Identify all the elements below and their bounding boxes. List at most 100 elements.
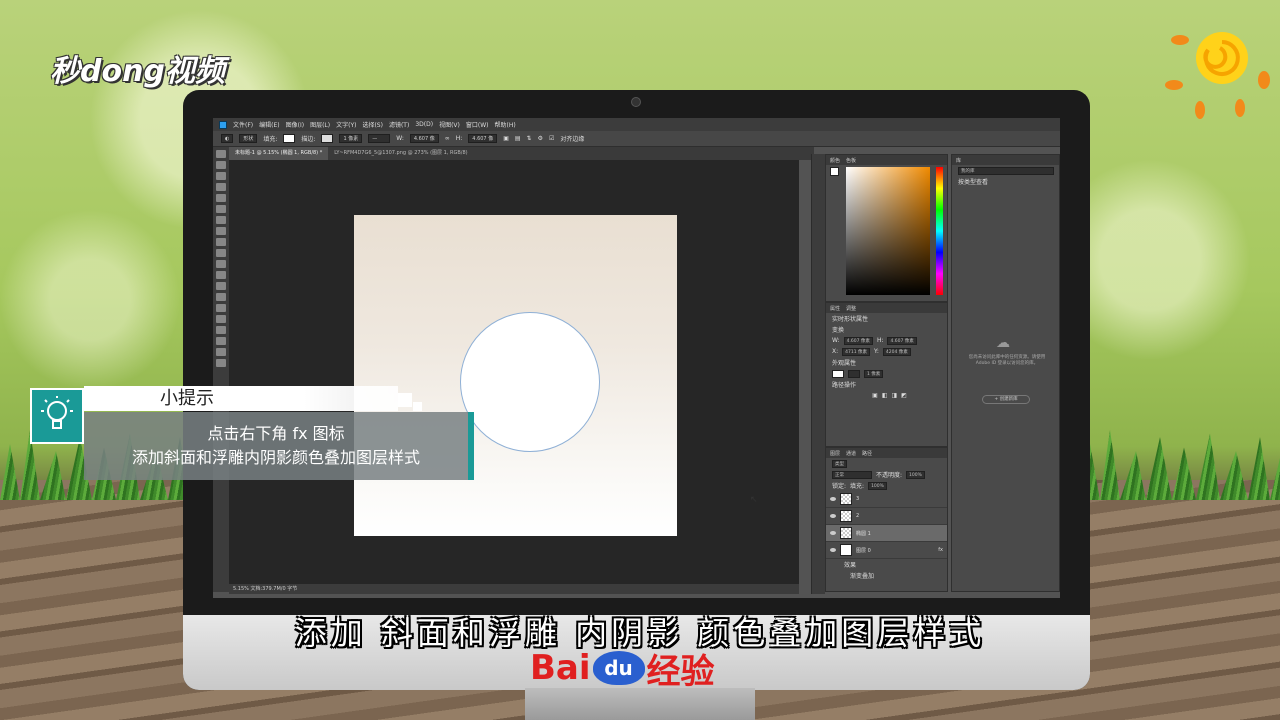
menu-type[interactable]: 文字(Y)	[336, 120, 356, 129]
lasso-tool-icon[interactable]	[216, 172, 226, 180]
shape-tool-icon[interactable]	[216, 337, 226, 345]
eraser-tool-icon[interactable]	[216, 260, 226, 268]
layers-panel: 图层 通道 路径 类型 正常 不透明度: 100% 锁定: 填充: 100% 3…	[825, 447, 948, 592]
canvas-area[interactable]: ↖	[229, 160, 799, 584]
marquee-tool-icon[interactable]	[216, 161, 226, 169]
video-subtitle: 添加 斜面和浮雕 内阴影 颜色叠加图层样式	[294, 614, 986, 652]
opacity-field[interactable]: 100%	[906, 470, 925, 479]
quick-select-tool-icon[interactable]	[216, 183, 226, 191]
layer-row[interactable]: 2	[826, 508, 947, 525]
x-label: X:	[832, 348, 839, 355]
move-tool-icon[interactable]	[216, 150, 226, 158]
align-edges-checkbox[interactable]: ☑	[549, 135, 554, 142]
blur-tool-icon[interactable]	[216, 282, 226, 290]
tip-decoration	[398, 393, 412, 407]
height-field[interactable]: 4.607 像	[468, 134, 498, 143]
stamp-tool-icon[interactable]	[216, 238, 226, 246]
gradient-tool-icon[interactable]	[216, 271, 226, 279]
tab-paths[interactable]: 路径	[862, 450, 872, 457]
combine-shapes-icon[interactable]: ▣	[872, 392, 878, 399]
tab-layers[interactable]: 图层	[830, 450, 840, 457]
menu-select[interactable]: 选择(S)	[362, 120, 383, 129]
menu-edit[interactable]: 编辑(E)	[259, 120, 279, 129]
stroke-type-select[interactable]: —	[368, 134, 391, 143]
menu-view[interactable]: 视图(V)	[439, 120, 460, 129]
tab-color[interactable]: 颜色	[830, 157, 840, 164]
path-arrange-icon[interactable]: ⇅	[527, 135, 532, 142]
intersect-shape-icon[interactable]: ◨	[892, 392, 898, 399]
tip-title: 小提示	[84, 386, 398, 411]
tab-document-1[interactable]: 未标题-1 @ 5.15% (椭圆 1, RGB/8) *	[229, 147, 329, 160]
healing-tool-icon[interactable]	[216, 216, 226, 224]
hand-tool-icon[interactable]	[216, 348, 226, 356]
library-select[interactable]: 我的库	[958, 166, 1054, 175]
baidu-jingyan-logo: Bai du 经验	[530, 648, 770, 692]
dodge-tool-icon[interactable]	[216, 293, 226, 301]
layer-row[interactable]: 图层 0 fx	[826, 542, 947, 559]
shape-mode-select[interactable]: 形状	[239, 134, 258, 143]
menu-image[interactable]: 图像(I)	[286, 120, 304, 129]
path-ops-icon[interactable]: ▣	[503, 135, 509, 142]
photoshop-window: 文件(F) 编辑(E) 图像(I) 图层(L) 文字(Y) 选择(S) 滤镜(T…	[213, 118, 1060, 598]
shape-stroke-size[interactable]: 1 像素	[864, 369, 884, 378]
create-library-button[interactable]: + 创建新库	[982, 395, 1030, 404]
eye-icon[interactable]	[830, 548, 836, 552]
pen-tool-icon[interactable]	[216, 304, 226, 312]
libraries-panel: 库 我的库 按类型查看 ☁ 您尚未访问此库中的任何资源。请使用 Adobe ID…	[951, 154, 1060, 592]
fill-swatch[interactable]	[283, 134, 296, 143]
brush-tool-icon[interactable]	[216, 227, 226, 235]
fill-opacity-field[interactable]: 100%	[868, 481, 887, 490]
tab-channels[interactable]: 通道	[846, 450, 856, 457]
tab-adjustments[interactable]: 调整	[846, 305, 856, 312]
stroke-size-field[interactable]: 1 像素	[339, 134, 363, 143]
menu-filter[interactable]: 滤镜(T)	[389, 120, 409, 129]
fx-badge-icon[interactable]: fx	[938, 547, 943, 553]
link-icon[interactable]: ∞	[445, 135, 450, 142]
layer-row-selected[interactable]: 椭圆 1	[826, 525, 947, 542]
menu-file[interactable]: 文件(F)	[233, 120, 253, 129]
color-field[interactable]	[846, 167, 930, 295]
exclude-shape-icon[interactable]: ◩	[901, 392, 907, 399]
eye-icon[interactable]	[830, 514, 836, 518]
history-brush-tool-icon[interactable]	[216, 249, 226, 257]
eyedropper-tool-icon[interactable]	[216, 205, 226, 213]
type-tool-icon[interactable]	[216, 315, 226, 323]
menu-layer[interactable]: 图层(L)	[310, 120, 330, 129]
tab-swatches[interactable]: 色板	[846, 157, 856, 164]
zoom-tool-icon[interactable]	[216, 359, 226, 367]
gear-icon[interactable]: ⚙	[538, 135, 543, 142]
tab-libraries[interactable]: 库	[956, 157, 961, 164]
layer-filter-select[interactable]: 类型	[832, 459, 847, 468]
shape-fill-swatch[interactable]	[832, 369, 844, 378]
menu-help[interactable]: 帮助(H)	[495, 120, 516, 129]
opacity-label: 不透明度:	[876, 472, 903, 479]
path-align-icon[interactable]: ▤	[515, 135, 521, 142]
eye-icon[interactable]	[830, 497, 836, 501]
tool-preset-picker[interactable]: ◐	[221, 134, 234, 143]
hue-slider[interactable]	[936, 167, 943, 295]
stroke-swatch[interactable]	[321, 134, 334, 143]
width-field[interactable]: 4.607 像	[409, 134, 439, 143]
tab-properties[interactable]: 属性	[830, 305, 840, 312]
blend-mode-select[interactable]: 正常	[832, 470, 872, 479]
eye-icon[interactable]	[830, 531, 836, 535]
color-panel: 颜色 色板	[825, 154, 948, 302]
subtract-shape-icon[interactable]: ◧	[882, 392, 888, 399]
view-by-type-label[interactable]: 按类型查看	[958, 177, 988, 186]
shape-height-field[interactable]: 4.607 像素	[887, 336, 917, 345]
shape-y-field[interactable]: 4204 像素	[882, 347, 911, 356]
ellipse-shape[interactable]	[460, 312, 600, 452]
menu-3d[interactable]: 3D(D)	[415, 121, 433, 128]
document-canvas[interactable]: ↖	[354, 215, 758, 536]
transform-section-label: 变换	[832, 327, 845, 334]
path-select-tool-icon[interactable]	[216, 326, 226, 334]
crop-tool-icon[interactable]	[216, 194, 226, 202]
shape-stroke-swatch[interactable]	[848, 369, 860, 378]
foreground-color-swatch[interactable]	[830, 167, 839, 176]
menu-window[interactable]: 窗口(W)	[466, 120, 489, 129]
shape-width-field[interactable]: 4.607 像素	[843, 336, 873, 345]
tab-document-2[interactable]: LY~RFM4D7G6_5@1307.png @ 273% (图层 1, RGB…	[328, 147, 473, 160]
layer-row[interactable]: 3	[826, 491, 947, 508]
sun-icon	[1165, 32, 1270, 119]
shape-x-field[interactable]: 4711 像素	[842, 347, 871, 356]
